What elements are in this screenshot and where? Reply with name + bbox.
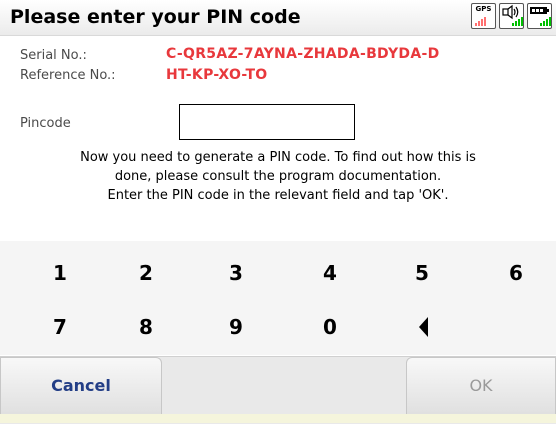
- pin-form: Serial No.: C-QR5AZ-7AYNA-ZHADA-BDYDA-D …: [0, 36, 556, 241]
- key-3[interactable]: 3: [206, 253, 266, 293]
- backspace-glyph: [419, 317, 428, 337]
- key-6[interactable]: 6: [486, 253, 546, 293]
- bottom-strip: [0, 414, 556, 423]
- gps-icon: GPS: [471, 3, 496, 29]
- battery-bars: [540, 17, 551, 26]
- key-5[interactable]: 5: [392, 253, 452, 293]
- backspace-arrow-icon[interactable]: [392, 307, 452, 347]
- gps-label: GPS: [475, 5, 492, 13]
- key-8[interactable]: 8: [116, 307, 176, 347]
- sound-bars: [512, 17, 523, 26]
- serial-value: C-QR5AZ-7AYNA-ZHADA-BDYDA-D: [166, 46, 440, 62]
- ok-button[interactable]: OK: [406, 357, 556, 415]
- key-0[interactable]: 0: [300, 307, 360, 347]
- key-9[interactable]: 9: [206, 307, 266, 347]
- title-bar: Please enter your PIN code GPS: [0, 0, 556, 36]
- key-7[interactable]: 7: [30, 307, 90, 347]
- page-title: Please enter your PIN code: [10, 6, 301, 28]
- gps-signal-bars: [475, 17, 486, 26]
- key-2[interactable]: 2: [116, 253, 176, 293]
- reference-label: Reference No.:: [20, 68, 116, 83]
- speaker-icon: [499, 3, 524, 29]
- status-icons: GPS: [471, 3, 552, 29]
- serial-label: Serial No.:: [20, 48, 87, 63]
- pincode-input[interactable]: [179, 104, 355, 140]
- cancel-button[interactable]: Cancel: [0, 357, 162, 415]
- battery-icon: [527, 3, 552, 29]
- instructions-line: Now you need to generate a PIN code. To …: [80, 150, 476, 165]
- reference-value: HT-KP-XO-TO: [166, 67, 268, 83]
- instructions-line: Enter the PIN code in the relevant field…: [107, 188, 449, 203]
- pincode-label: Pincode: [20, 116, 71, 131]
- key-1[interactable]: 1: [30, 253, 90, 293]
- number-keypad: 1 2 3 4 5 6 7 8 9 0: [0, 241, 556, 355]
- instructions-line: done, please consult the program documen…: [114, 169, 442, 184]
- key-4[interactable]: 4: [300, 253, 360, 293]
- instructions-text: Now you need to generate a PIN code. To …: [0, 148, 556, 205]
